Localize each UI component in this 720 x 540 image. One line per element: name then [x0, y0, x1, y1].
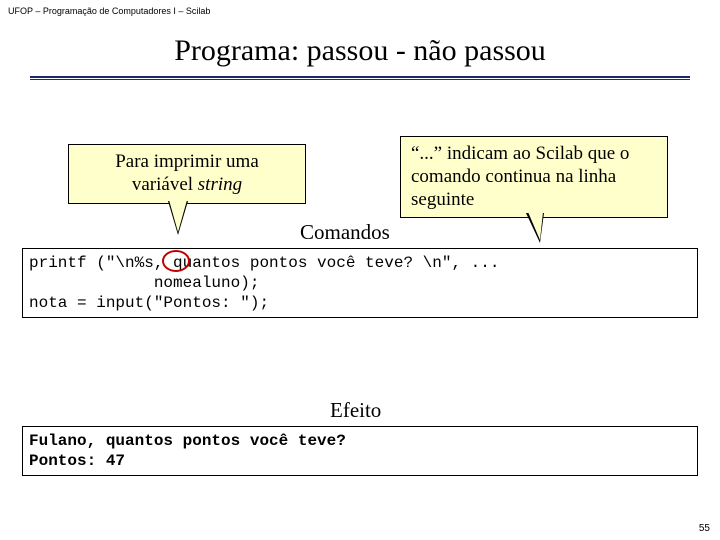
code-comandos: printf ("\n%s, quantos pontos você teve?…	[22, 248, 698, 318]
highlight-circle-icon	[162, 250, 190, 272]
title-underline	[30, 76, 690, 80]
callout-right: “...” indicam ao Scilab que o comando co…	[400, 136, 668, 218]
course-header: UFOP – Programação de Computadores I – S…	[8, 6, 210, 16]
callout-right-tail-fill	[528, 212, 543, 240]
callout-left: Para imprimir uma variável string	[68, 144, 306, 204]
callout-left-line2-em: string	[198, 174, 242, 195]
slide-title: Programa: passou - não passou	[0, 34, 720, 68]
callout-left-line1: Para imprimir uma	[115, 151, 259, 172]
label-efeito: Efeito	[330, 398, 381, 423]
callout-left-line2-pre: variável	[132, 174, 198, 195]
callout-left-tail-fill	[169, 200, 187, 232]
slide-number: 55	[699, 523, 710, 534]
label-comandos: Comandos	[300, 220, 390, 245]
code-efeito: Fulano, quantos pontos você teve? Pontos…	[22, 426, 698, 476]
